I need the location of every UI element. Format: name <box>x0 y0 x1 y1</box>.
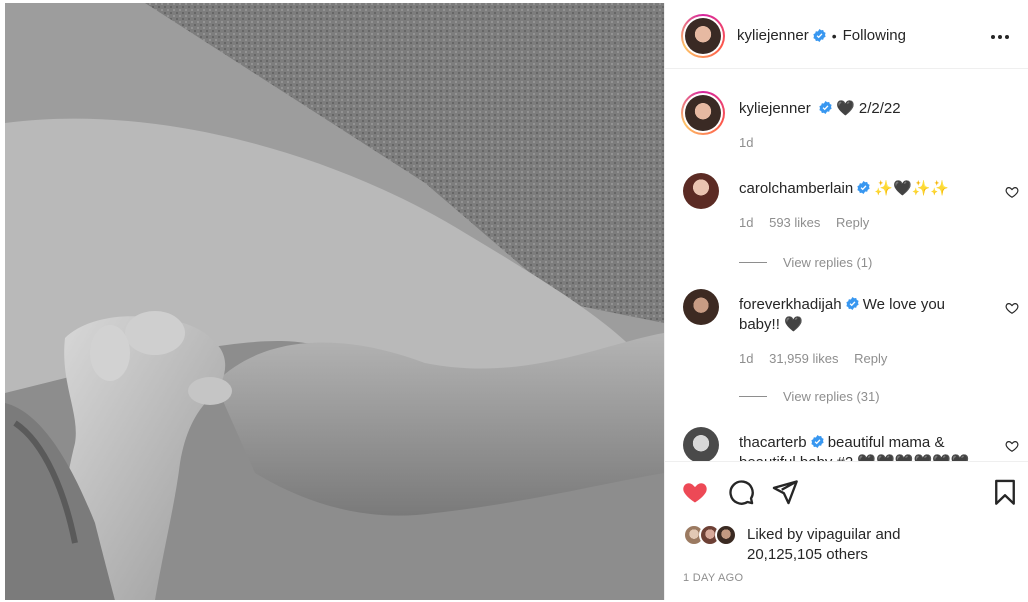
verified-badge-icon <box>845 297 859 310</box>
comment-body: ✨🖤✨✨ <box>874 180 950 197</box>
post-timestamp: 1 DAY AGO <box>683 572 744 584</box>
verified-badge-icon <box>857 181 870 194</box>
view-replies-label: View replies (1) <box>783 255 873 270</box>
commenter-avatar[interactable] <box>683 427 719 461</box>
post-photo-graphic <box>5 3 664 600</box>
comment-time: 1d <box>739 351 754 366</box>
comment-meta: 1d 593 likes Reply <box>739 215 881 230</box>
view-replies-label: View replies (31) <box>783 389 880 404</box>
comment-likes[interactable]: 593 likes <box>769 215 820 230</box>
reply-button[interactable]: Reply <box>854 351 887 366</box>
liked-by-and: and <box>875 526 901 543</box>
comment-likes[interactable]: 31,959 likes <box>769 351 838 366</box>
comment-time: 1d <box>739 215 754 230</box>
verified-badge-icon <box>813 29 826 42</box>
heart-outline-icon[interactable] <box>1005 439 1019 453</box>
heart-outline-icon[interactable] <box>1005 301 1019 315</box>
caption-username[interactable]: kyliejenner <box>739 100 811 117</box>
replies-divider <box>739 262 767 263</box>
comment-text: foreverkhadijah We love you baby!! 🖤 <box>739 295 979 335</box>
view-replies-button[interactable]: View replies (1) <box>739 255 872 270</box>
replies-divider <box>739 396 767 397</box>
liked-by-prefix: Liked by <box>747 526 803 543</box>
verified-badge-icon <box>819 101 832 114</box>
comment-text: carolchamberlain ✨🖤✨✨ <box>739 179 979 199</box>
heart-outline-icon[interactable] <box>1005 185 1019 199</box>
likes-count[interactable]: 20,125,105 others <box>747 546 868 563</box>
commenter-avatar[interactable] <box>683 289 719 325</box>
post-header: kyliejenner • Following <box>665 3 1028 69</box>
liked-by-user[interactable]: vipaguilar <box>807 526 871 543</box>
share-icon[interactable] <box>771 478 799 506</box>
liked-by-avatars[interactable] <box>683 524 737 546</box>
liked-by-summary: Liked by vipaguilar and 20,125,105 other… <box>747 525 900 565</box>
comment-username[interactable]: foreverkhadijah <box>739 296 842 313</box>
view-replies-button[interactable]: View replies (31) <box>739 389 880 404</box>
caption-text-row: kyliejenner 🖤 2/2/22 <box>739 99 901 117</box>
post-photo[interactable] <box>5 3 664 600</box>
caption-avatar[interactable] <box>681 91 725 135</box>
more-options-button[interactable] <box>988 25 1012 49</box>
comment-item: foreverkhadijah We love you baby!! 🖤 1d … <box>683 289 1019 409</box>
caption-body: 🖤 2/2/22 <box>836 100 901 117</box>
author-avatar[interactable] <box>681 13 725 58</box>
comment-meta: 1d 31,959 likes Reply <box>739 351 899 366</box>
comments-list[interactable]: kyliejenner 🖤 2/2/22 1d carolchamberlain… <box>665 69 1028 461</box>
commenter-avatar[interactable] <box>683 173 719 209</box>
comment-item: carolchamberlain ✨🖤✨✨ 1d 593 likes Reply… <box>683 173 1019 273</box>
bookmark-icon[interactable] <box>991 478 1019 506</box>
post-sidebar: kyliejenner • Following kyliejenner 🖤 2/… <box>664 3 1028 600</box>
comment-username[interactable]: thacarterb <box>739 434 807 451</box>
author-username[interactable]: kyliejenner <box>737 27 809 44</box>
comment-item: thacarterb beautiful mama & beautiful ba… <box>683 427 1019 461</box>
more-icon <box>991 35 1009 39</box>
reply-button[interactable]: Reply <box>836 215 869 230</box>
comment-username[interactable]: carolchamberlain <box>739 180 853 197</box>
caption-time: 1d <box>739 135 754 150</box>
verified-badge-icon <box>810 435 824 448</box>
header-separator: • <box>831 27 837 44</box>
comment-text: thacarterb beautiful mama & beautiful ba… <box>739 433 979 461</box>
avatar <box>715 524 737 546</box>
comment-icon[interactable] <box>727 478 755 506</box>
post-actions: Liked by vipaguilar and 20,125,105 other… <box>665 461 1028 600</box>
following-button[interactable]: Following <box>843 27 906 44</box>
heart-filled-icon[interactable] <box>681 478 709 506</box>
